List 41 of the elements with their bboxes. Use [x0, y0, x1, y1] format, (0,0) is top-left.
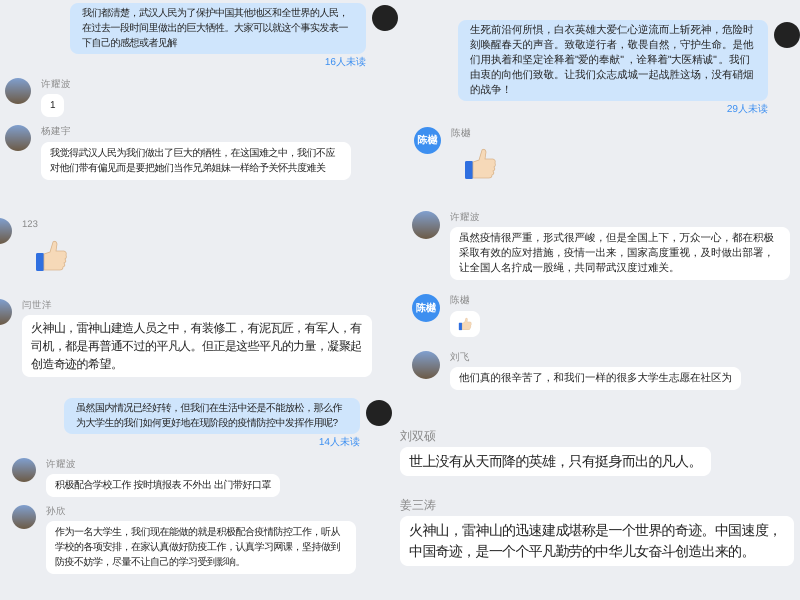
avatar-placeholder: [412, 350, 440, 378]
sender-name: 刘飞: [450, 350, 470, 364]
message-bubble: 他们真的很辛苦了，和我们一样的很多大学生志愿在社区为: [450, 366, 741, 390]
message-bubble: 生死前沿何所惧，白衣英雄大爱仁心逆流而上斩死神，危险时刻唤醒春天的声音。致敬逆行者，敬畏自然，守护生命。是他们用执着和坚定诠释着"爱的奉献" ，诠释着"大医精诚" 。我们由衷的向他们致敬。让我们众志成城一起战胜这场，没有硝烟的战争！: [458, 20, 768, 101]
sender-name: 许耀波: [46, 458, 76, 472]
avatar-placeholder: [12, 504, 36, 529]
sender-name: 闫世洋: [22, 298, 52, 313]
sender-name: 陈樾: [451, 127, 471, 141]
sender-name: 杨建宇: [41, 125, 71, 140]
avatar-placeholder: [412, 211, 440, 239]
unread-count[interactable]: 14人未读: [318, 434, 360, 450]
sender-name: 孙欣: [46, 504, 66, 519]
message-bubble: 作为一名大学生，我们现在能做的就是积极配合疫情防控工作，听从学校的各项安排，在家认真做好防疫工作，认真学习网课，坚持做到防疫不妨学，尽量不让自己的学习受到影响。: [46, 521, 356, 574]
message-bubble: 虽然国内情况已经好转，但我们在生活中还是不能放松，那么作为大学生的我们如何更好地在现阶段的疫情防控中发挥作用呢?: [64, 398, 360, 434]
avatar-placeholder: [12, 458, 36, 482]
unread-count[interactable]: 16人未读: [324, 55, 366, 70]
sender-name: 许耀波: [450, 211, 480, 225]
unread-count[interactable]: 29人未读: [726, 102, 768, 117]
avatar-placeholder: [774, 22, 800, 48]
message-bubble: 火神山，雷神山建造人员之中，有装修工，有泥瓦匠，有军人，有司机，都是再普通不过的平凡人。但正是这些平凡的力量，凝聚起创造奇迹的希望。: [22, 314, 372, 377]
avatar-placeholder: [366, 400, 392, 426]
thumbs-up-icon: [463, 147, 497, 182]
avatar-placeholder: [5, 78, 31, 104]
avatar: 陈樾: [414, 127, 441, 154]
sender-name: 123: [22, 218, 38, 232]
sender-name: 姜三涛: [400, 497, 436, 514]
message-bubble: 积极配合学校工作 按时填报表 不外出 出门带好口罩: [46, 474, 280, 497]
message-bubble: 世上没有从天而降的英雄，只有挺身而出的凡人。: [400, 447, 711, 476]
message-bubble: 我觉得武汉人民为我们做出了巨大的牺牲，在这国难之中，我们不应对他们带有偏见而是要把她们当作兄弟姐妹一样给予关怀共度难关: [41, 142, 351, 180]
avatar-placeholder: [5, 125, 31, 152]
sender-name: 许耀波: [41, 78, 71, 92]
thumbs-up-icon: [34, 238, 68, 273]
sender-name: 陈樾: [450, 294, 470, 308]
message-bubble: 虽然疫情很严重，形式很严峻，但是全国上下，万众一心，都在积极采取有效的应对措施，疫情一出来，国家高度重视，及时做出部署，让全国人名拧成一股绳，共同帮武汉度过难关。: [450, 227, 790, 280]
avatar-placeholder: [372, 5, 398, 31]
message-bubble: 火神山，雷神山的迅速建成堪称是一个世界的奇迹。中国速度，中国奇迹，是一个个平凡勤劳的中华儿女奋斗创造出来的。: [400, 516, 794, 566]
message-bubble: 我们都清楚，武汉人民为了保护中国其他地区和全世界的人民，在过去一段时间里做出的巨大牺牲。大家可以就这个事实发表一下自己的感想或者见解: [70, 3, 366, 54]
sender-name: 刘双硕: [400, 428, 436, 445]
message-bubble: 1: [41, 94, 64, 118]
thumbs-up-icon: [458, 316, 472, 330]
avatar: 陈樾: [412, 294, 440, 322]
